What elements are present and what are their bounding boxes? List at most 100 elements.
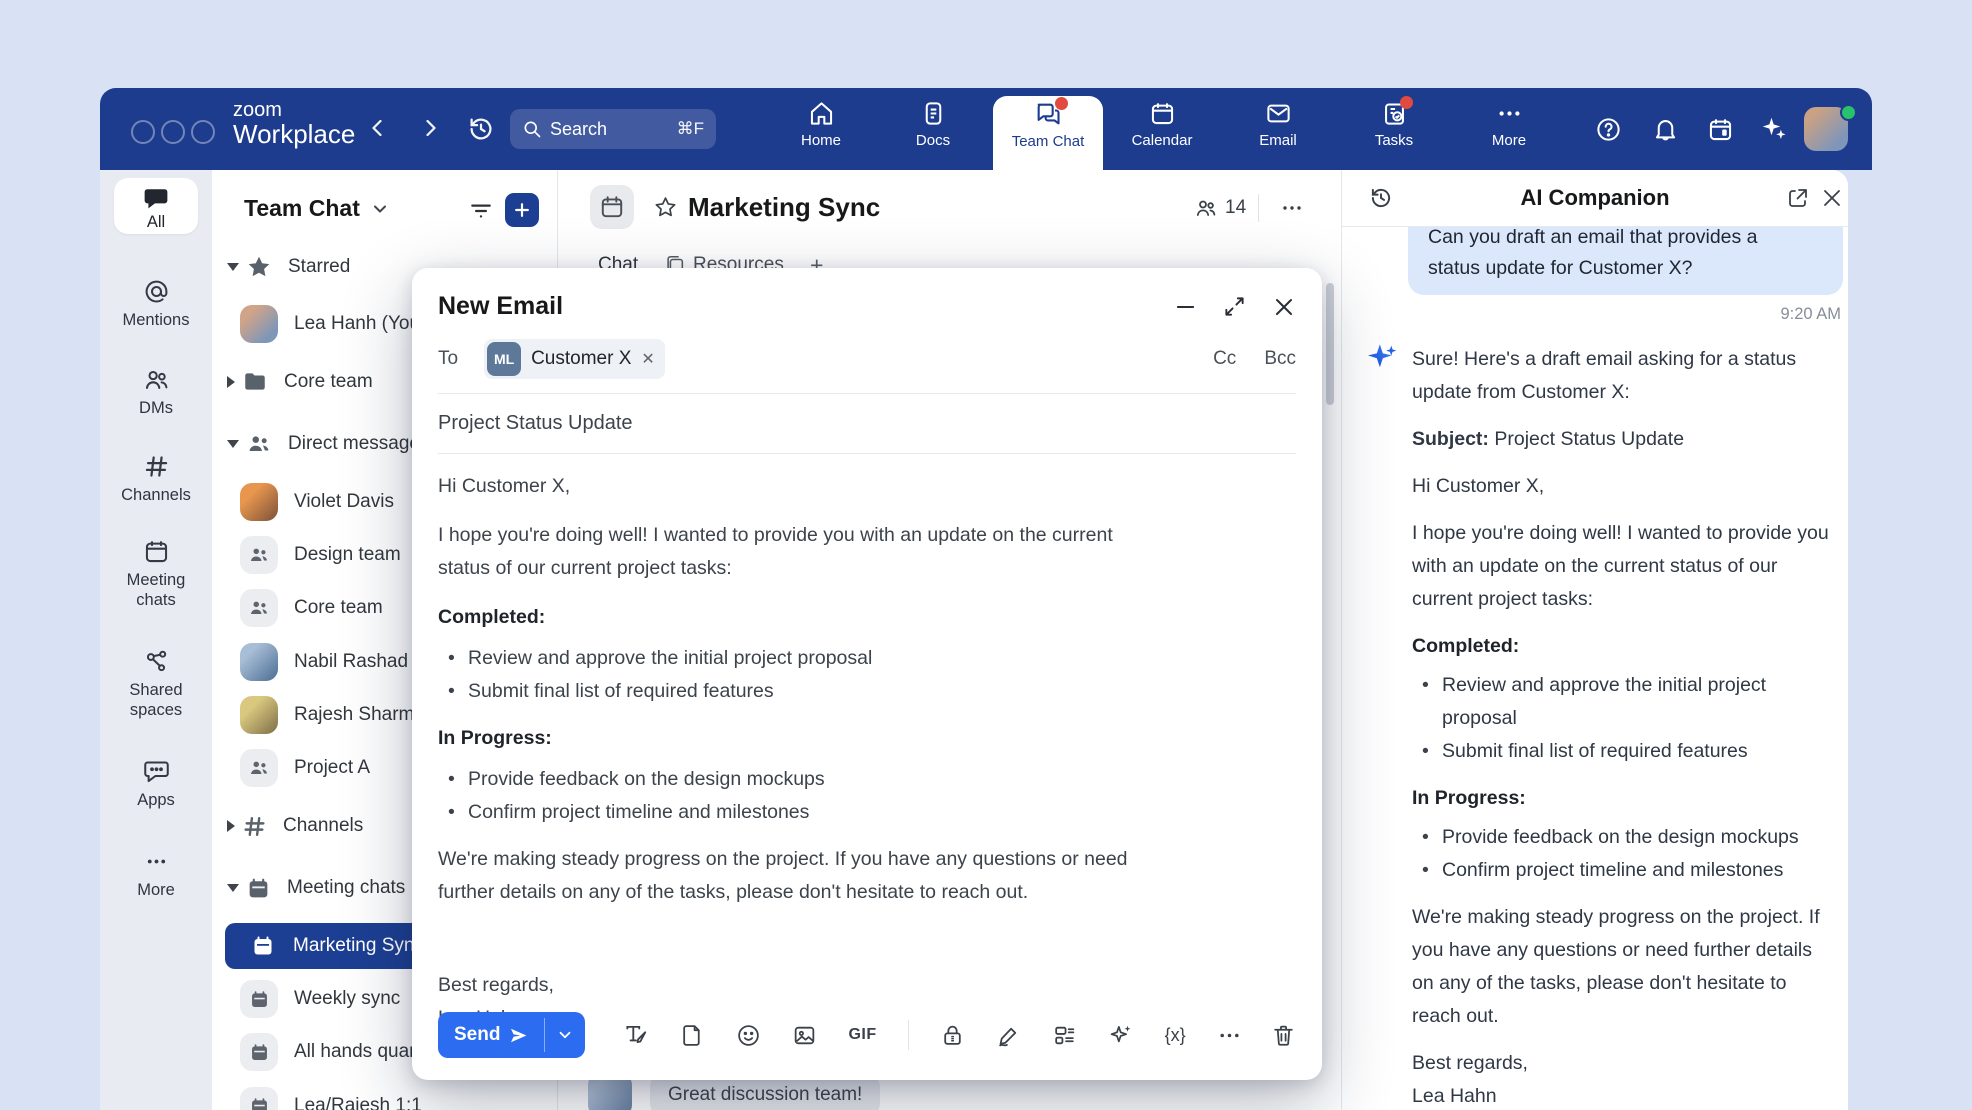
minimize-icon[interactable] xyxy=(1174,295,1197,318)
gif-button[interactable]: GIF xyxy=(848,1026,876,1044)
text-format-icon[interactable] xyxy=(623,1022,649,1048)
subject-field[interactable]: Project Status Update xyxy=(438,394,1296,453)
screen: zoom Workplace Search ⌘F Home Docs Team … xyxy=(0,0,1972,1110)
toolbar-divider xyxy=(908,1020,909,1050)
back-chevron-icon[interactable] xyxy=(366,116,390,140)
ai-response-para2: We're making steady progress on the proj… xyxy=(1412,901,1830,1033)
ai-signoff: Best regards, xyxy=(1412,1052,1528,1074)
nav-item-tasks[interactable]: Tasks xyxy=(1342,100,1446,149)
main-scrollbar[interactable] xyxy=(1326,283,1334,405)
image-icon[interactable] xyxy=(792,1023,817,1048)
sidebar-item-channels[interactable]: Channels xyxy=(100,453,212,505)
presence-indicator xyxy=(1840,104,1857,121)
recipient-chip[interactable]: ML Customer X ✕ xyxy=(484,339,665,379)
help-icon[interactable] xyxy=(1595,116,1622,143)
ai-conversation[interactable]: Can you draft an email that provides a s… xyxy=(1342,227,1848,1110)
sidebar-item-meeting-chats[interactable]: Meeting chats xyxy=(100,538,212,610)
ai-response-greeting: Hi Customer X, xyxy=(1412,470,1830,503)
chat-list-item-label: Nabil Rashad xyxy=(294,651,408,673)
sidebar-item-label: Shared spaces xyxy=(118,680,194,720)
email-body-editor[interactable]: Hi Customer X, I hope you're doing well!… xyxy=(438,454,1144,1035)
caret-right-icon[interactable] xyxy=(227,376,235,388)
window-zoom-button[interactable] xyxy=(191,120,215,144)
list-item: Submit final list of required features xyxy=(1412,735,1830,768)
people-group-icon xyxy=(246,431,272,457)
left-rail: All Mentions DMs Channels Meeting chats … xyxy=(100,170,212,1110)
app-logo: zoom Workplace xyxy=(233,100,355,148)
notifications-bell-icon[interactable] xyxy=(1652,116,1679,143)
nav-item-home[interactable]: Home xyxy=(769,100,873,149)
star-outline-icon[interactable] xyxy=(653,195,678,220)
member-count[interactable]: 14 xyxy=(1194,196,1246,220)
more-dots-icon xyxy=(143,848,170,875)
open-in-window-icon[interactable] xyxy=(1786,186,1810,210)
caret-right-icon[interactable] xyxy=(227,820,235,832)
close-icon[interactable] xyxy=(1820,186,1844,210)
chat-list-header[interactable]: Team Chat xyxy=(244,195,390,222)
sidebar-item-more[interactable]: More xyxy=(100,848,212,900)
shared-spaces-icon xyxy=(143,648,170,675)
caret-down-icon[interactable] xyxy=(227,440,239,448)
window-minimize-button[interactable] xyxy=(161,120,185,144)
emoji-icon[interactable] xyxy=(736,1023,761,1048)
sidebar-item-dms[interactable]: DMs xyxy=(100,366,212,418)
trash-icon[interactable] xyxy=(1271,1023,1296,1048)
people-group-icon xyxy=(248,544,270,566)
signature-pen-icon[interactable] xyxy=(996,1023,1021,1048)
search-input[interactable]: Search ⌘F xyxy=(510,109,716,149)
chat-list-item-label: Design team xyxy=(294,544,401,566)
expand-icon[interactable] xyxy=(1223,295,1246,318)
new-chat-button[interactable] xyxy=(505,193,539,227)
nav-item-label: Home xyxy=(769,132,873,149)
file-icon[interactable] xyxy=(680,1023,705,1048)
people-group-icon xyxy=(248,597,270,619)
nav-item-email[interactable]: Email xyxy=(1226,100,1330,149)
modal-header: New Email xyxy=(438,292,1296,321)
toolbar-more-icon[interactable] xyxy=(1217,1023,1242,1048)
send-button[interactable]: Send xyxy=(438,1012,585,1058)
forward-chevron-icon[interactable] xyxy=(418,116,442,140)
nav-item-docs[interactable]: Docs xyxy=(881,100,985,149)
sidebar-item-mentions[interactable]: Mentions xyxy=(100,278,212,330)
channel-more-icon[interactable] xyxy=(1280,196,1304,220)
ai-user-message-line2: status update for Customer X? xyxy=(1428,253,1823,284)
close-icon[interactable] xyxy=(1272,295,1296,319)
ai-sparkle-icon[interactable] xyxy=(1108,1022,1134,1048)
nav-item-calendar[interactable]: Calendar xyxy=(1110,100,1214,149)
plus-icon xyxy=(512,200,532,220)
nav-item-more[interactable]: More xyxy=(1457,100,1561,149)
email-inprogress-heading: In Progress: xyxy=(438,722,1144,755)
tasks-badge xyxy=(1400,96,1413,109)
encrypt-lock-icon[interactable] xyxy=(940,1023,965,1048)
chat-list-item-label: Violet Davis xyxy=(294,491,394,513)
cc-button[interactable]: Cc xyxy=(1213,348,1236,370)
ai-companion-icon[interactable] xyxy=(1759,114,1789,144)
nav-item-label: Email xyxy=(1226,132,1330,149)
sidebar-item-apps[interactable]: Apps xyxy=(100,758,212,810)
nav-item-team-chat[interactable]: Team Chat xyxy=(996,100,1100,150)
caret-down-icon[interactable] xyxy=(227,884,239,892)
history-icon[interactable] xyxy=(466,114,496,144)
variable-button[interactable]: {x} xyxy=(1165,1025,1186,1046)
bcc-button[interactable]: Bcc xyxy=(1264,348,1296,370)
sidebar-item-shared-spaces[interactable]: Shared spaces xyxy=(100,648,212,720)
template-layout-icon[interactable] xyxy=(1052,1023,1077,1048)
ai-response-subject: Subject: Project Status Update xyxy=(1412,423,1830,456)
window-close-button[interactable] xyxy=(131,120,155,144)
filter-icon[interactable] xyxy=(468,198,494,224)
email-greeting: Hi Customer X, xyxy=(438,470,1144,503)
to-field[interactable]: To ML Customer X ✕ Cc Bcc xyxy=(438,337,1296,381)
caret-down-icon[interactable] xyxy=(227,263,239,271)
send-options-button[interactable] xyxy=(545,1012,585,1058)
ai-companion-panel: AI Companion Can you draft an email that… xyxy=(1342,170,1848,1110)
ai-completed-heading: Completed: xyxy=(1412,630,1830,663)
title-bar: zoom Workplace Search ⌘F Home Docs Team … xyxy=(100,88,1872,170)
ai-panel-header: AI Companion xyxy=(1342,170,1848,227)
calendar-date-icon[interactable] xyxy=(1707,116,1734,143)
hash-icon xyxy=(143,453,170,480)
sidebar-item-all[interactable]: All xyxy=(114,178,198,234)
remove-recipient-icon[interactable]: ✕ xyxy=(641,349,654,369)
ai-subject-label: Subject: xyxy=(1412,428,1489,450)
calendar-icon xyxy=(1149,100,1176,127)
chat-list-item[interactable]: Lea/Rajesh 1:1 xyxy=(212,1083,557,1110)
